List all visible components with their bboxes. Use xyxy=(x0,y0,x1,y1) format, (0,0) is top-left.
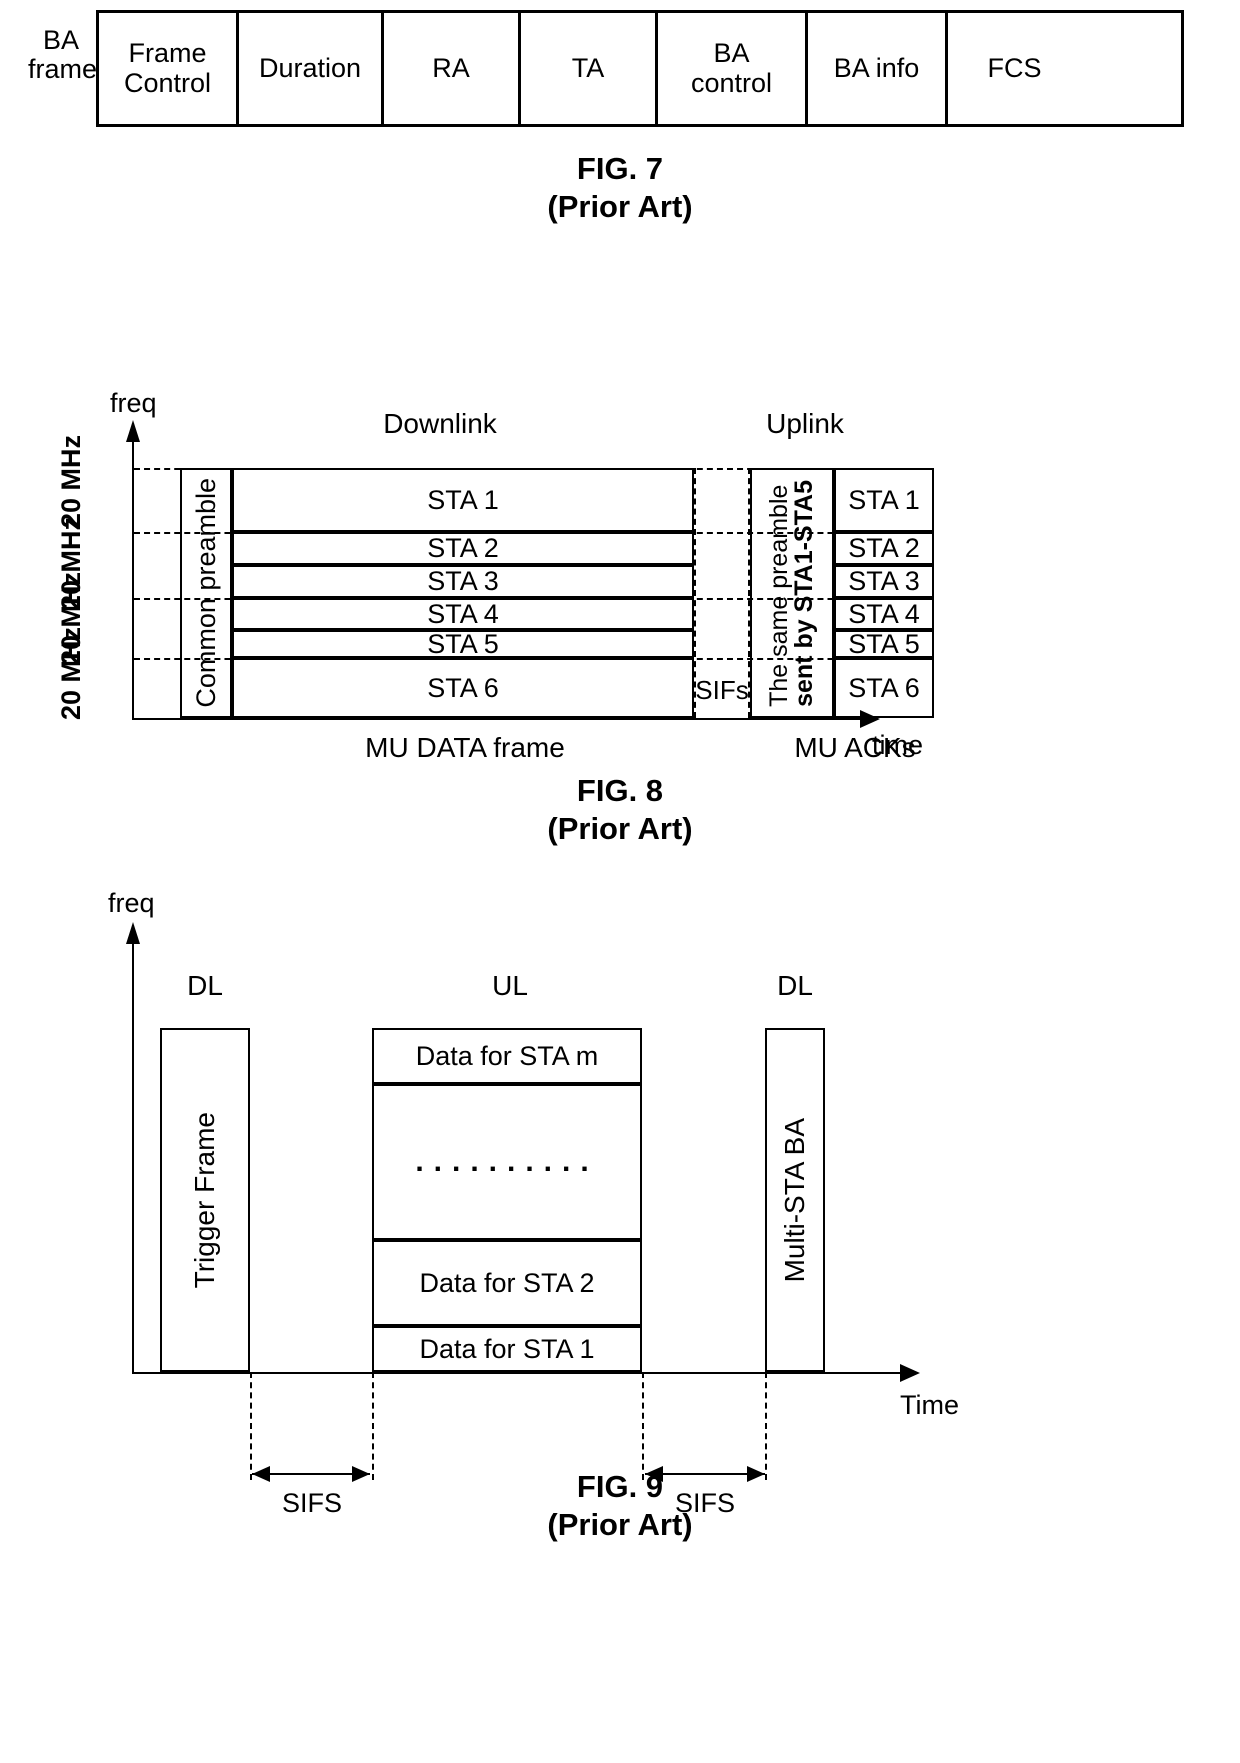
fig7-cell-ra-label: RA xyxy=(432,52,470,83)
figure-8: freq time Downlink Uplink 20 MHz 20 MHz … xyxy=(0,380,1240,860)
fig8-uplink-sta2-label: STA 2 xyxy=(848,533,920,563)
fig8-header-downlink: Downlink xyxy=(383,408,497,439)
fig8-footer-mu-acks: MU ACKs xyxy=(794,732,916,763)
fig8-freq-axis-line xyxy=(132,440,134,720)
fig7-cell-duration: Duration xyxy=(239,13,384,124)
fig9-caption-line2: (Prior Art) xyxy=(547,1506,693,1542)
fig8-uplink-row-sta2: STA 2 xyxy=(834,532,934,565)
fig8-uplink-sta4-label: STA 4 xyxy=(848,598,920,629)
fig9-phase-label-ul: UL xyxy=(492,970,528,1001)
fig8-band-label-4: 20 MHz xyxy=(56,626,86,720)
fig9-multi-sta-ba-label: Multi-STA BA xyxy=(779,1117,810,1283)
fig8-downlink-sta1-label: STA 1 xyxy=(427,484,499,515)
fig7-cell-fcs-label: FCS xyxy=(987,52,1042,83)
fig8-caption-line1: FIG. 8 xyxy=(576,773,664,808)
fig9-guide-right-1 xyxy=(642,1372,644,1480)
fig8-caption-line2: (Prior Art) xyxy=(547,810,693,846)
fig8-sifs-box: SIFs xyxy=(694,468,750,718)
fig8-downlink-sta6-label: STA 6 xyxy=(427,672,499,703)
fig8-common-preamble-label: Common preamble xyxy=(190,478,221,708)
fig8-uplink-preamble-line2: sent by STA1-STA5 xyxy=(790,479,818,707)
fig9-ul-row-sta-m: Data for STA m xyxy=(372,1028,642,1084)
fig7-cell-ba-control: BA control xyxy=(658,13,808,124)
fig7-row-label: BA frame xyxy=(28,25,98,85)
fig9-guide-left-2 xyxy=(372,1372,374,1480)
fig7-cell-ra: RA xyxy=(384,13,521,124)
fig7-cell-ta-label: TA xyxy=(571,52,605,83)
fig8-uplink-preamble-line1: The same preamble xyxy=(765,484,793,707)
fig8-downlink-sta4-label: STA 4 xyxy=(427,598,499,629)
fig8-freq-arrow-head-icon xyxy=(126,420,140,442)
fig8-caption: FIG. 8 (Prior Art) xyxy=(0,772,1240,848)
fig8-uplink-sta5-label: STA 5 xyxy=(848,628,920,659)
fig8-freq-axis-label: freq xyxy=(110,388,157,418)
fig8-uplink-sta1-label: STA 1 xyxy=(848,484,920,515)
fig7-cell-frame-control-line2: Control xyxy=(123,67,212,98)
fig9-guide-right-2 xyxy=(765,1372,767,1480)
fig9-guide-left-1 xyxy=(250,1372,252,1480)
fig7-cell-ta: TA xyxy=(521,13,658,124)
fig8-uplink-row-sta3: STA 3 xyxy=(834,565,934,598)
fig7-cell-fcs: FCS xyxy=(948,13,1081,124)
fig8-uplink-sta3-label: STA 3 xyxy=(848,566,920,596)
fig8-uplink-preamble-box: The same preamble sent by STA1-STA5 xyxy=(750,468,834,718)
fig8-downlink-sta2-label: STA 2 xyxy=(427,533,499,563)
fig8-uplink-row-sta4: STA 4 xyxy=(834,598,934,630)
fig8-downlink-row-sta5: STA 5 xyxy=(232,628,694,659)
fig9-freq-arrow-head-icon xyxy=(126,922,140,944)
fig7-caption-line1: FIG. 7 xyxy=(576,151,664,186)
fig9-time-arrow-head-icon xyxy=(900,1364,920,1382)
fig9-caption: FIG. 9 (Prior Art) xyxy=(0,1468,1240,1544)
fig7-caption-line2: (Prior Art) xyxy=(547,188,693,224)
fig8-downlink-row-sta3: STA 3 xyxy=(232,565,694,598)
figure-7: BA frame Frame Control Duration RA TA BA… xyxy=(0,0,1240,250)
fig8-uplink-row-sta6: STA 6 xyxy=(834,658,934,718)
fig9-ul-row-sta-2-label: Data for STA 2 xyxy=(419,1267,595,1298)
fig8-time-axis-line xyxy=(132,718,862,720)
fig7-cell-ba-info-label: BA info xyxy=(833,52,920,83)
fig9-trigger-frame-label: Trigger Frame xyxy=(189,1111,220,1289)
fig9-ul-row-sta-2: Data for STA 2 xyxy=(372,1240,642,1326)
fig9-time-axis-label: Time xyxy=(900,1390,959,1420)
fig7-row-label-line1: BA xyxy=(42,25,80,55)
fig7-cell-duration-label: Duration xyxy=(258,52,362,83)
fig9-ul-row-ellipsis: .......... xyxy=(372,1084,642,1240)
fig9-phase-label-dl-1: DL xyxy=(187,970,223,1001)
figure-9: freq Time DL UL DL Trigger Frame Data fo… xyxy=(0,880,1240,1763)
fig8-downlink-sta5-label: STA 5 xyxy=(427,628,499,659)
fig8-downlink-row-sta6: STA 6 xyxy=(232,658,694,718)
fig7-row-label-line2: frame xyxy=(28,54,98,85)
fig7-cell-frame-control: Frame Control xyxy=(99,13,239,124)
fig8-downlink-sta3-label: STA 3 xyxy=(427,566,499,596)
fig7-cell-ba-control-line1: BA xyxy=(713,37,750,68)
fig8-uplink-sta6-label: STA 6 xyxy=(848,672,920,703)
fig9-time-axis-line xyxy=(132,1372,902,1374)
fig8-header-uplink: Uplink xyxy=(766,408,844,439)
fig9-trigger-frame-box: Trigger Frame xyxy=(160,1028,250,1372)
fig7-cell-ba-control-line2: control xyxy=(690,67,773,98)
fig8-footer-mu-data-frame: MU DATA frame xyxy=(365,732,565,763)
fig8-downlink-row-sta2: STA 2 xyxy=(232,532,694,565)
fig9-ul-row-sta-m-label: Data for STA m xyxy=(415,1040,599,1071)
fig9-ul-row-sta-1: Data for STA 1 xyxy=(372,1326,642,1372)
fig9-ul-row-ellipsis-label: .......... xyxy=(415,1145,599,1178)
fig9-ul-row-sta-1-label: Data for STA 1 xyxy=(419,1333,595,1364)
fig8-downlink-row-sta1: STA 1 xyxy=(232,468,694,532)
fig7-caption: FIG. 7 (Prior Art) xyxy=(0,150,1240,226)
fig7-frame-table: Frame Control Duration RA TA BA control … xyxy=(96,10,1184,127)
fig8-sifs-label: SIFs xyxy=(695,675,749,705)
fig7-cell-frame-control-line1: Frame xyxy=(128,37,207,68)
fig9-multi-sta-ba-box: Multi-STA BA xyxy=(765,1028,825,1372)
fig8-downlink-row-sta4: STA 4 xyxy=(232,598,694,630)
fig9-caption-line1: FIG. 9 xyxy=(576,1469,664,1504)
fig8-common-preamble-box: Common preamble xyxy=(180,468,232,718)
fig9-freq-axis-label: freq xyxy=(108,888,155,918)
fig9-freq-axis-line xyxy=(132,942,134,1374)
fig7-cell-ba-info: BA info xyxy=(808,13,948,124)
fig9-phase-label-dl-2: DL xyxy=(777,970,813,1001)
fig8-uplink-row-sta1: STA 1 xyxy=(834,468,934,532)
fig8-uplink-row-sta5: STA 5 xyxy=(834,628,934,659)
